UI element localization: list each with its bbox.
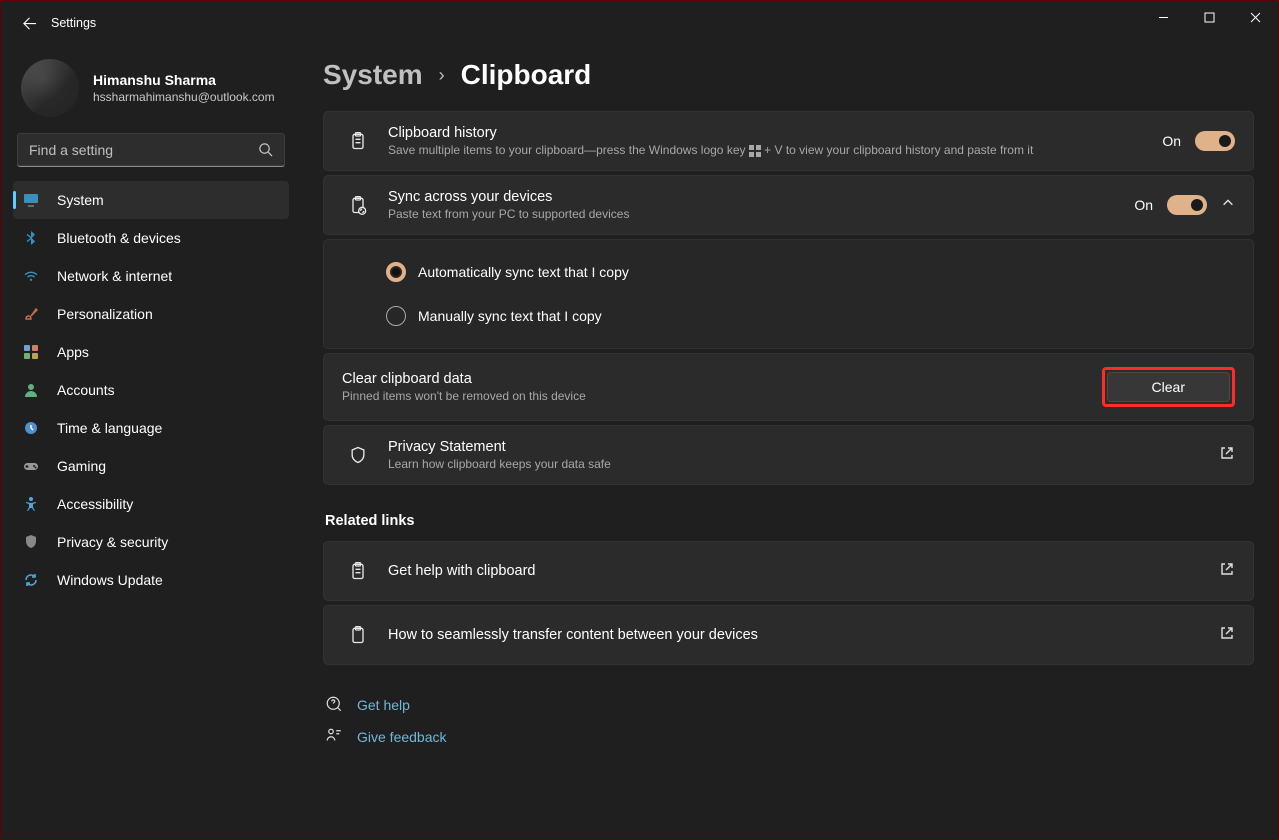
- clear-clipboard-card: Clear clipboard data Pinned items won't …: [323, 353, 1254, 421]
- sidebar-item-privacy-security[interactable]: Privacy & security: [13, 523, 289, 561]
- windows-key-icon: [749, 145, 761, 157]
- sidebar-item-label: System: [57, 192, 104, 208]
- card-sub: Learn how clipboard keeps your data safe: [388, 457, 1219, 471]
- help-icon: [325, 695, 343, 716]
- feedback-link[interactable]: Give feedback: [325, 721, 1254, 753]
- shield-icon: [342, 445, 374, 465]
- feedback-icon: [325, 727, 343, 748]
- search-box: [17, 133, 285, 167]
- sidebar-item-apps[interactable]: Apps: [13, 333, 289, 371]
- card-title: Clipboard history: [388, 125, 1162, 141]
- sidebar-item-accessibility[interactable]: Accessibility: [13, 485, 289, 523]
- sync-option-auto[interactable]: Automatically sync text that I copy: [386, 250, 1235, 294]
- sidebar-item-time-language[interactable]: Time & language: [13, 409, 289, 447]
- app-title: Settings: [51, 16, 96, 30]
- external-link-icon: [1219, 561, 1235, 582]
- sidebar-item-label: Accounts: [57, 382, 115, 398]
- related-heading: Related links: [325, 513, 1254, 529]
- sidebar-item-label: Accessibility: [57, 496, 133, 512]
- avatar: [21, 59, 79, 117]
- card-title: Get help with clipboard: [388, 563, 1219, 579]
- sync-toggle[interactable]: [1167, 195, 1207, 215]
- sidebar-item-accounts[interactable]: Accounts: [13, 371, 289, 409]
- external-link-icon: [1219, 625, 1235, 646]
- breadcrumb-current: Clipboard: [461, 59, 592, 91]
- history-toggle[interactable]: [1195, 131, 1235, 151]
- accessibility-icon: [23, 496, 51, 512]
- sync-clipboard-icon: [342, 195, 374, 215]
- state-label: On: [1162, 133, 1181, 149]
- sidebar-item-label: Privacy & security: [57, 534, 168, 550]
- card-sub: Save multiple items to your clipboard—pr…: [388, 143, 1162, 157]
- sidebar-item-label: Time & language: [57, 420, 162, 436]
- sidebar-item-bluetooth-devices[interactable]: Bluetooth & devices: [13, 219, 289, 257]
- sidebar-item-label: Windows Update: [57, 572, 163, 588]
- clear-button-highlight: Clear: [1102, 367, 1235, 407]
- display-icon: [23, 192, 51, 208]
- minimize-button[interactable]: [1140, 1, 1186, 33]
- sync-card[interactable]: Sync across your devices Paste text from…: [323, 175, 1254, 235]
- sidebar-item-network-internet[interactable]: Network & internet: [13, 257, 289, 295]
- sidebar-item-gaming[interactable]: Gaming: [13, 447, 289, 485]
- content: System › Clipboard Clipboard history Sav…: [301, 45, 1278, 839]
- external-link-icon: [1219, 445, 1235, 466]
- search-input[interactable]: [17, 133, 285, 167]
- help-clipboard-card[interactable]: Get help with clipboard: [323, 541, 1254, 601]
- close-button[interactable]: [1232, 1, 1278, 33]
- chevron-up-icon[interactable]: [1221, 196, 1235, 215]
- card-title: Clear clipboard data: [342, 371, 1102, 387]
- sidebar-item-system[interactable]: System: [13, 181, 289, 219]
- brush-icon: [23, 306, 51, 322]
- sidebar-item-label: Apps: [57, 344, 89, 360]
- gamepad-icon: [23, 458, 51, 474]
- privacy-card[interactable]: Privacy Statement Learn how clipboard ke…: [323, 425, 1254, 485]
- clipboard-outline-icon: [342, 625, 374, 645]
- clipboard-icon: [342, 131, 374, 151]
- sidebar-item-personalization[interactable]: Personalization: [13, 295, 289, 333]
- sync-options-panel: Automatically sync text that I copy Manu…: [323, 239, 1254, 349]
- sync-option-manual[interactable]: Manually sync text that I copy: [386, 294, 1235, 338]
- update-icon: [23, 572, 51, 588]
- get-help-link[interactable]: Get help: [325, 689, 1254, 721]
- titlebar: Settings: [1, 1, 1278, 45]
- user-name: Himanshu Sharma: [93, 72, 275, 88]
- radio-selected-icon: [386, 262, 406, 282]
- person-icon: [23, 382, 51, 398]
- clock-icon: [23, 420, 51, 436]
- back-button[interactable]: [11, 5, 47, 41]
- sidebar-item-label: Network & internet: [57, 268, 172, 284]
- radio-icon: [386, 306, 406, 326]
- card-title: How to seamlessly transfer content betwe…: [388, 627, 1219, 643]
- window-controls: [1140, 1, 1278, 33]
- card-title: Sync across your devices: [388, 189, 1134, 205]
- nav: System Bluetooth & devices Network & inter…: [13, 181, 289, 599]
- state-label: On: [1134, 197, 1153, 213]
- transfer-card[interactable]: How to seamlessly transfer content betwe…: [323, 605, 1254, 665]
- sidebar: Himanshu Sharma hssharmahimanshu@outlook…: [1, 45, 301, 839]
- shield-icon: [23, 534, 51, 550]
- search-icon: [258, 142, 273, 162]
- clipboard-icon: [342, 561, 374, 581]
- sidebar-item-label: Gaming: [57, 458, 106, 474]
- breadcrumb: System › Clipboard: [323, 59, 1254, 91]
- card-title: Privacy Statement: [388, 439, 1219, 455]
- breadcrumb-parent[interactable]: System: [323, 59, 423, 91]
- chevron-right-icon: ›: [439, 65, 445, 86]
- card-sub: Paste text from your PC to supported dev…: [388, 207, 1134, 221]
- wifi-icon: [23, 268, 51, 284]
- card-sub: Pinned items won't be removed on this de…: [342, 389, 1102, 403]
- sidebar-item-label: Personalization: [57, 306, 153, 322]
- user-email: hssharmahimanshu@outlook.com: [93, 90, 275, 104]
- user-block[interactable]: Himanshu Sharma hssharmahimanshu@outlook…: [13, 55, 289, 131]
- clear-button[interactable]: Clear: [1107, 372, 1230, 402]
- maximize-button[interactable]: [1186, 1, 1232, 33]
- bluetooth-icon: [23, 230, 51, 246]
- bottom-links: Get help Give feedback: [323, 689, 1254, 753]
- sidebar-item-windows-update[interactable]: Windows Update: [13, 561, 289, 599]
- apps-icon: [23, 344, 51, 360]
- clipboard-history-card[interactable]: Clipboard history Save multiple items to…: [323, 111, 1254, 171]
- sidebar-item-label: Bluetooth & devices: [57, 230, 181, 246]
